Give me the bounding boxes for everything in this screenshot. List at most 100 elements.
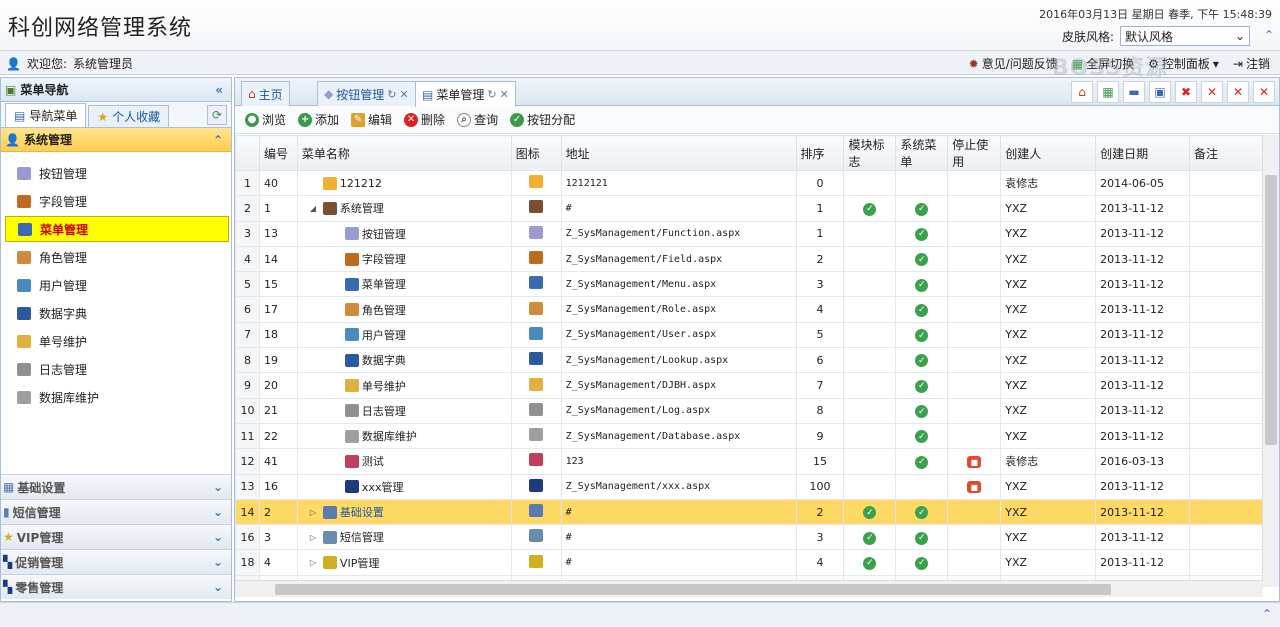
table-row[interactable]: 7 18 用户管理 Z_SysManagement/User.aspx 5 ✓ YXZ 201… [235, 321, 1263, 349]
tree-node[interactable]: ▷ VIP管理 [302, 555, 510, 571]
logout-icon: ⇥ [1232, 56, 1243, 71]
table-row[interactable]: 2 1 ◢ 系统管理 #1 ✓ ✓ YXZ 2013-11-12 [235, 195, 1263, 222]
tab-menu-management[interactable]: ▤ 菜单管理 ↻ ✕ [415, 81, 516, 107]
add-button[interactable]: + 添加 [298, 111, 339, 128]
tree-node[interactable]: ▷ 短信管理 [302, 529, 510, 545]
horizontal-scrollbar[interactable] [235, 580, 1263, 597]
table-row[interactable]: 14 2 ▷ 基础设置 #2 ✓ ✓ YXZ 2013-11-12 [235, 498, 1263, 526]
tab-home[interactable]: ⌂ 主页 [241, 81, 290, 106]
column-header[interactable]: 创建人 [1000, 135, 1097, 171]
edit-button[interactable]: ✎ 编辑 [351, 111, 392, 128]
table-row[interactable]: 12 41 测试 123 15 ✓ ■ 袁修志 2016-03-13 [235, 448, 1263, 475]
tree-node[interactable]: 单号维护 [302, 378, 510, 394]
sidebar-item[interactable]: 用户管理 [5, 272, 229, 298]
column-header[interactable]: 菜单名称 [296, 135, 512, 171]
table-row[interactable]: 3 13 按钮管理 Z_SysManagement/Function.aspx 1 ✓ YX… [235, 220, 1263, 247]
group-sms[interactable]: ▮ 短信管理 ⌄ [1, 499, 231, 524]
feedback-link[interactable]: ✹ 意见/问题反馈 [969, 55, 1058, 72]
tree-node[interactable]: 数据库维护 [302, 428, 510, 444]
browse-button[interactable]: ● 浏览 [245, 111, 286, 128]
column-header[interactable]: 地址 [560, 135, 797, 171]
close-right-icon[interactable]: ✕ [1227, 81, 1249, 103]
column-header[interactable]: 创建日期 [1095, 135, 1191, 171]
tree-expander-icon[interactable]: ▷ [310, 558, 320, 567]
tree-node[interactable]: 按钮管理 [302, 226, 510, 242]
table-row[interactable]: 6 17 角色管理 Z_SysManagement/Role.aspx 4 ✓ YXZ 201… [235, 296, 1263, 323]
close-all-icon[interactable]: ✖ [1175, 81, 1197, 103]
tree-expander-icon[interactable]: ▷ [310, 533, 320, 542]
sidebar-item[interactable]: 按钮管理 [5, 160, 229, 186]
tree-expander-icon[interactable]: ◢ [310, 204, 320, 213]
refresh-icon[interactable]: ⟳ [207, 105, 227, 125]
new-window-icon[interactable]: ▣ [1149, 81, 1171, 103]
fullscreen-link[interactable]: ▦ 全屏切换 [1072, 55, 1134, 72]
tree-node[interactable]: 菜单管理 [302, 276, 510, 292]
tree-expander-icon[interactable]: ▷ [310, 508, 320, 517]
sidebar-item[interactable]: 菜单管理 [5, 216, 229, 242]
tree-node[interactable]: 数据字典 [302, 352, 510, 368]
tree-node[interactable]: 测试 [302, 453, 510, 469]
collapse-header-icon[interactable]: ⌃ [1264, 28, 1274, 42]
vertical-scrollbar[interactable] [1262, 135, 1279, 587]
tile-icon[interactable]: ▦ [1097, 81, 1119, 103]
delete-button[interactable]: ✕ 删除 [404, 111, 445, 128]
column-header[interactable]: 模块标志 [843, 135, 897, 171]
sidebar-item[interactable]: 角色管理 [5, 244, 229, 270]
search-button[interactable]: ⌕ 查询 [457, 111, 498, 128]
home-icon[interactable]: ⌂ [1071, 81, 1093, 103]
table-row[interactable]: 13 16 xxx管理 Z_SysManagement/xxx.aspx 100 ■ YXZ… [235, 473, 1263, 500]
tree-node[interactable]: 字段管理 [302, 251, 510, 267]
tree-node[interactable]: ▷ 基础设置 [302, 504, 510, 520]
column-header[interactable]: 排序 [795, 135, 845, 171]
column-header[interactable]: 系统菜单 [895, 135, 949, 171]
tree-node[interactable]: 121212 [302, 176, 510, 190]
window-icon[interactable]: ▬ [1123, 81, 1145, 103]
table-row[interactable]: 11 22 数据库维护 Z_SysManagement/Database.aspx 9 ✓… [235, 422, 1263, 450]
tree-node[interactable]: ◢ 系统管理 [302, 200, 510, 216]
reload-icon[interactable]: ↻ [487, 88, 496, 101]
group-promotion[interactable]: ▚ 促销管理 ⌄ [1, 549, 231, 574]
sidebar-item[interactable]: 日志管理 [5, 356, 229, 382]
table-row[interactable]: 16 3 ▷ 短信管理 #3 ✓ ✓ YXZ 2013-11-12 [235, 524, 1263, 551]
tree-node[interactable]: 日志管理 [302, 403, 510, 419]
sidebar-item[interactable]: 数据字典 [5, 300, 229, 326]
column-header[interactable]: 图标 [510, 135, 562, 171]
collapse-sidebar-icon[interactable]: « [215, 83, 223, 97]
chevron-up-icon[interactable]: ⌃ [1262, 607, 1272, 621]
table-row[interactable]: 18 4 ▷ VIP管理 #4 ✓ ✓ YXZ 2013-11-12 [235, 549, 1263, 576]
table-row[interactable]: 4 14 字段管理 Z_SysManagement/Field.aspx 2 ✓ YXZ 20… [235, 245, 1263, 273]
logout-link[interactable]: ⇥ 注销 [1233, 55, 1270, 72]
sidebar-item[interactable]: 单号维护 [5, 328, 229, 354]
close-tab-icon[interactable]: ✕ [1253, 81, 1275, 103]
table-row[interactable]: 10 21 日志管理 Z_SysManagement/Log.aspx 8 ✓ YXZ 201… [235, 397, 1263, 424]
group-retail[interactable]: ▚ 零售管理 ⌄ [1, 574, 231, 599]
table-row[interactable]: 9 20 单号维护 Z_SysManagement/DJBH.aspx 7 ✓ YXZ 201… [235, 372, 1263, 399]
horizontal-scroll-thumb[interactable] [275, 584, 1111, 595]
column-header[interactable]: 编号 [258, 135, 298, 171]
close-others-icon[interactable]: ✕ [1201, 81, 1223, 103]
tree-node[interactable]: 角色管理 [302, 302, 510, 318]
assign-button[interactable]: ✓ 按钮分配 [510, 111, 575, 128]
sidebar-item[interactable]: 字段管理 [5, 188, 229, 214]
tab-favorites[interactable]: ★ 个人收藏 [88, 105, 170, 127]
tab-button-management[interactable]: ◆ 按钮管理 ↻ ✕ [317, 81, 416, 106]
table-row[interactable]: 1 40 121212 1212121 0 袁修志 2014-06-05 [235, 169, 1263, 197]
cell-sys: ✓ [895, 271, 949, 298]
tree-node[interactable]: xxx管理 [302, 479, 510, 495]
column-header[interactable]: 停止使用 [947, 135, 1002, 171]
group-system-management[interactable]: 👤 系统管理 ⌃ [1, 128, 231, 152]
group-vip[interactable]: ★ VIP管理 ⌄ [1, 524, 231, 549]
column-header[interactable]: 备注 [1189, 135, 1263, 171]
tree-node[interactable]: 用户管理 [302, 327, 510, 343]
vertical-scroll-thumb[interactable] [1265, 175, 1277, 445]
tab-nav-menu[interactable]: ▤ 导航菜单 [5, 103, 87, 127]
group-basic-settings[interactable]: ▦ 基础设置 ⌄ [1, 474, 231, 499]
table-row[interactable]: 5 15 菜单管理 Z_SysManagement/Menu.aspx 3 ✓ YXZ 201… [235, 271, 1263, 298]
table-row[interactable]: 8 19 数据字典 Z_SysManagement/Lookup.aspx 6 ✓ YXZ 2… [235, 347, 1263, 374]
reload-icon[interactable]: ↻ [387, 88, 396, 101]
skin-select[interactable]: 默认风格 ⌄ [1120, 26, 1250, 46]
control-panel-link[interactable]: ⚙ 控制面板 ▾ [1148, 55, 1219, 72]
close-icon[interactable]: ✕ [500, 88, 509, 101]
sidebar-item[interactable]: 数据库维护 [5, 384, 229, 410]
close-icon[interactable]: ✕ [399, 88, 408, 101]
